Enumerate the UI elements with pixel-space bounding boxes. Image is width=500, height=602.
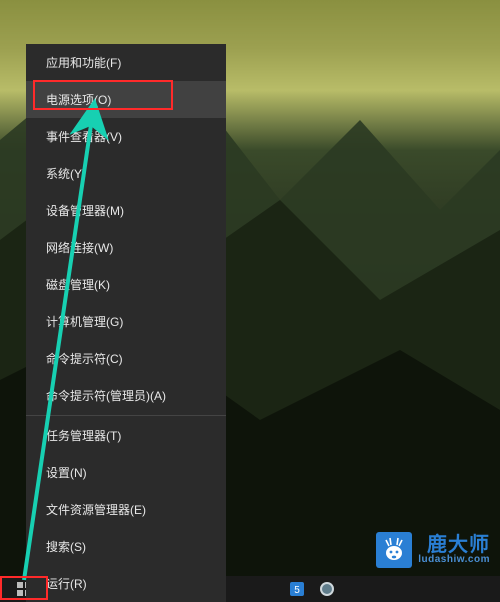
menu-item-label: 设置(N) (46, 466, 87, 480)
menu-item-label: 命令提示符(C) (46, 352, 123, 366)
winx-context-menu: 应用和功能(F) 电源选项(O) 事件查看器(V) 系统(Y) 设备管理器(M)… (26, 44, 226, 602)
desktop-wallpaper: 应用和功能(F) 电源选项(O) 事件查看器(V) 系统(Y) 设备管理器(M)… (0, 0, 500, 602)
menu-item-label: 任务管理器(T) (46, 429, 121, 443)
menu-item-label: 搜索(S) (46, 540, 86, 554)
menu-item-search[interactable]: 搜索(S) (26, 528, 226, 565)
menu-item-file-explorer[interactable]: 文件资源管理器(E) (26, 491, 226, 528)
menu-item-run[interactable]: 运行(R) (26, 565, 226, 602)
menu-item-label: 运行(R) (46, 577, 87, 591)
menu-item-task-manager[interactable]: 任务管理器(T) (26, 417, 226, 454)
menu-item-system[interactable]: 系统(Y) (26, 155, 226, 192)
menu-separator (26, 415, 226, 416)
square-icon: 5 (289, 581, 305, 597)
menu-item-event-viewer[interactable]: 事件查看器(V) (26, 118, 226, 155)
menu-item-apps-features[interactable]: 应用和功能(F) (26, 44, 226, 81)
menu-item-label: 网络连接(W) (46, 241, 113, 255)
menu-item-cmd[interactable]: 命令提示符(C) (26, 340, 226, 377)
menu-item-device-manager[interactable]: 设备管理器(M) (26, 192, 226, 229)
menu-item-label: 事件查看器(V) (46, 130, 122, 144)
menu-item-label: 电源选项(O) (46, 93, 111, 107)
tray-icon-1[interactable]: 5 (284, 576, 310, 602)
menu-item-label: 文件资源管理器(E) (46, 503, 146, 517)
circle-icon (319, 581, 335, 597)
menu-item-cmd-admin[interactable]: 命令提示符(管理员)(A) (26, 377, 226, 414)
menu-item-label: 设备管理器(M) (46, 204, 124, 218)
menu-item-power-options[interactable]: 电源选项(O) (26, 81, 226, 118)
menu-item-label: 计算机管理(G) (46, 315, 123, 329)
menu-item-label: 磁盘管理(K) (46, 278, 110, 292)
svg-text:5: 5 (294, 585, 300, 596)
menu-item-network-connections[interactable]: 网络连接(W) (26, 229, 226, 266)
menu-item-label: 命令提示符(管理员)(A) (46, 389, 166, 403)
menu-item-label: 系统(Y) (46, 167, 86, 181)
menu-item-settings[interactable]: 设置(N) (26, 454, 226, 491)
menu-item-label: 应用和功能(F) (46, 56, 121, 70)
tray-icon-2[interactable] (314, 576, 340, 602)
menu-item-computer-management[interactable]: 计算机管理(G) (26, 303, 226, 340)
menu-item-disk-management[interactable]: 磁盘管理(K) (26, 266, 226, 303)
